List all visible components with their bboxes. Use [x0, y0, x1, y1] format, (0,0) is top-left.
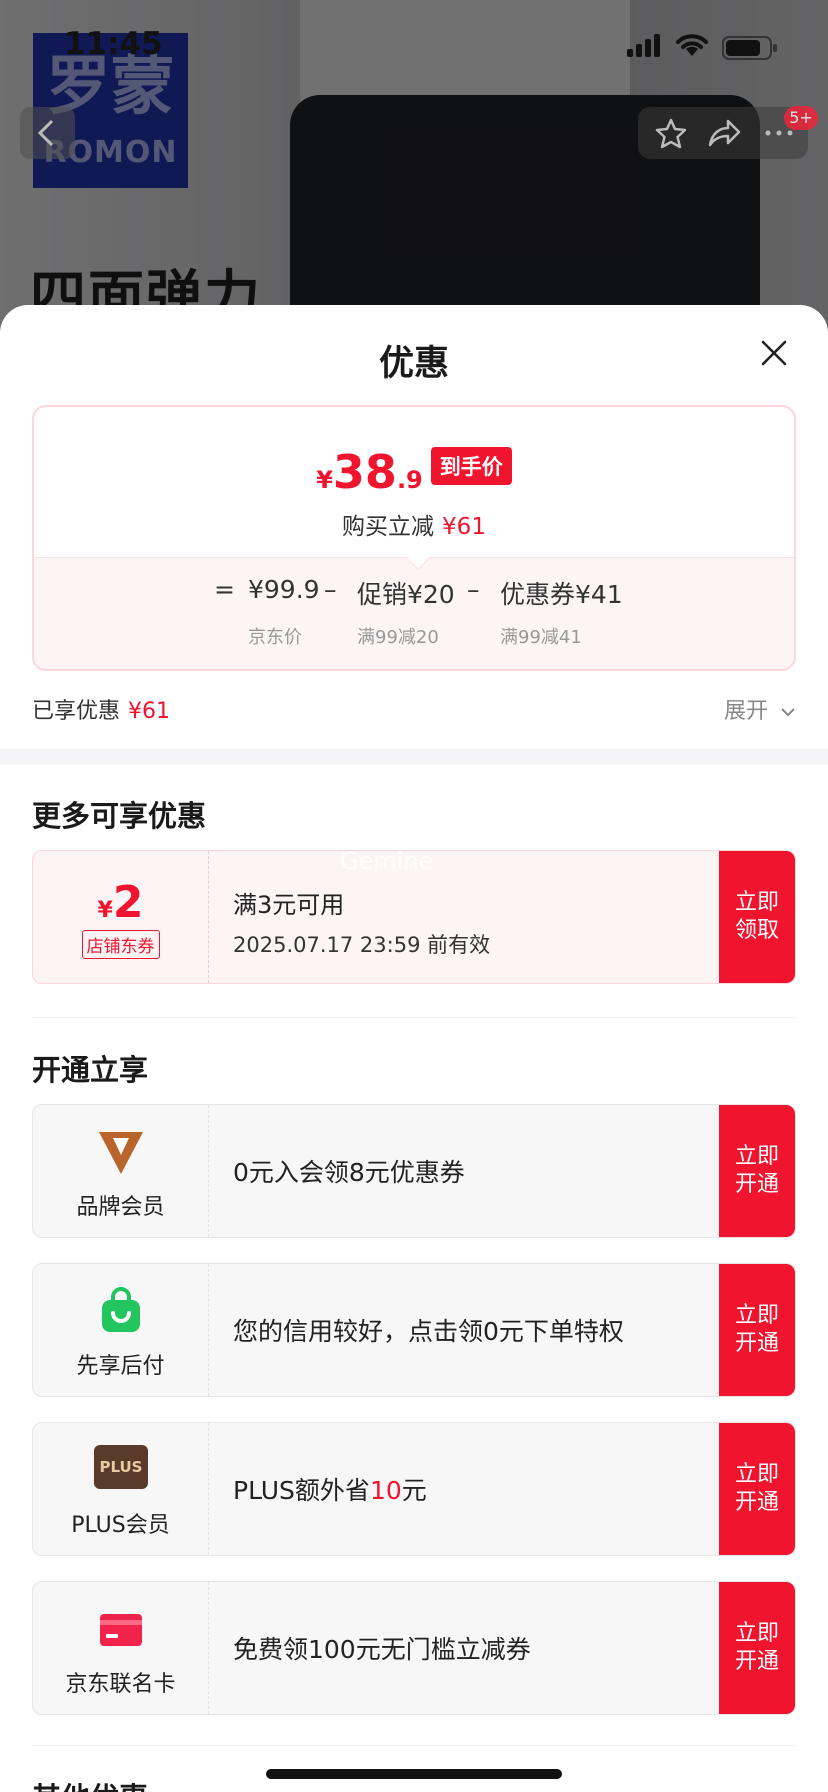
reduce-label: 购买立减	[342, 514, 435, 540]
shopping-bag-icon	[102, 1287, 140, 1332]
instant-reduction: 购买立减 ¥61	[34, 507, 794, 541]
watermark: Gemine	[340, 847, 434, 875]
formula-minus-1: –	[324, 575, 337, 604]
price-breakdown-card: ¥38.9 到手价 购买立减 ¥61 = ¥99.9 京东价 – 促销¥20 满99…	[32, 405, 796, 671]
member-desc: PLUS额外省10元	[233, 1471, 427, 1507]
member-desc: 免费领100元无门槛立减券	[233, 1635, 531, 1664]
plus-desc-prefix: PLUS额外省	[233, 1476, 370, 1505]
price-decimal: .9	[396, 466, 423, 494]
final-price: ¥38.9 到手价	[34, 445, 794, 499]
open-enjoy-title: 开通立享	[32, 1053, 149, 1087]
claim-coupon-button[interactable]: 立即 领取	[719, 851, 795, 983]
back-button[interactable]	[20, 107, 75, 159]
formula-equals: =	[214, 575, 235, 604]
member-name: 品牌会员	[76, 1195, 165, 1220]
page: 四面弹力 罗蒙 ROMON 11:45 5+ 优惠 ¥38.9 到手价 购买立减…	[0, 0, 828, 1792]
divider	[32, 1017, 796, 1018]
formula-minus-2: –	[467, 575, 480, 604]
plus-desc-highlight: 10	[369, 1476, 402, 1505]
jd-price: ¥99.9	[248, 575, 320, 604]
member-card-cobrand: 京东联名卡 免费领100元无门槛立减券 立即 开通	[32, 1581, 796, 1715]
status-bar: 11:45	[0, 0, 828, 96]
coupon-amount: 优惠券¥41	[500, 580, 623, 609]
member-icon-panel: 先享后付	[33, 1264, 209, 1396]
more-offers-title: 更多可享优惠	[32, 799, 207, 833]
expand-button[interactable]: 展开	[724, 693, 797, 725]
member-desc: 您的信用较好，点击领0元下单特权	[233, 1317, 624, 1346]
divider	[32, 1745, 796, 1746]
plus-badge-icon: PLUS	[94, 1445, 148, 1489]
member-icon-panel: 京东联名卡	[33, 1582, 209, 1714]
section-divider	[0, 749, 828, 765]
plus-desc-suffix: 元	[401, 1476, 427, 1505]
jd-price-label: 京东价	[248, 627, 302, 648]
price-yen: ¥	[316, 466, 333, 494]
expand-label: 展开	[724, 699, 769, 724]
final-price-tag: 到手价	[430, 447, 512, 485]
enjoyed-discount: 已享优惠 ¥61	[32, 693, 170, 725]
coupon-validity: 2025.07.17 23:59 前有效	[233, 933, 491, 957]
enjoyed-label: 已享优惠	[32, 699, 121, 724]
open-brand-member-button[interactable]: 立即 开通	[719, 1105, 795, 1237]
promo-condition: 满99减20	[357, 627, 439, 648]
member-card-pay-later: 先享后付 您的信用较好，点击领0元下单特权 立即 开通	[32, 1263, 796, 1397]
promo-amount: 促销¥20	[357, 580, 455, 609]
member-name: 先享后付	[76, 1354, 165, 1379]
open-cobrand-card-button[interactable]: 立即 开通	[719, 1582, 795, 1714]
open-plus-button[interactable]: 立即 开通	[719, 1423, 795, 1555]
price-integer: 38	[332, 445, 397, 499]
status-time: 11:45	[64, 26, 163, 62]
member-card-brand: 品牌会员 0元入会领8元优惠券 立即 开通	[32, 1104, 796, 1238]
share-icon[interactable]	[706, 117, 742, 149]
member-card-plus: PLUS PLUS会员 PLUS额外省10元 立即 开通	[32, 1422, 796, 1556]
offers-sheet: 优惠 ¥38.9 到手价 购买立减 ¥61 = ¥99.9 京东价 – 促销¥20 …	[0, 305, 828, 1792]
coupon-value: ¥2	[33, 877, 208, 928]
plus-badge-text: PLUS	[99, 1458, 143, 1476]
chevron-left-icon	[37, 119, 54, 147]
other-offers-title: 其他优惠	[32, 1775, 148, 1792]
member-icon-panel: PLUS PLUS会员	[33, 1423, 209, 1555]
enjoyed-value: ¥61	[128, 699, 171, 724]
member-name: 京东联名卡	[65, 1672, 176, 1697]
brand-v-icon	[99, 1132, 143, 1174]
open-pay-later-button[interactable]: 立即 开通	[719, 1264, 795, 1396]
member-icon-panel: 品牌会员	[33, 1105, 209, 1237]
close-button[interactable]	[756, 335, 792, 371]
home-indicator[interactable]	[266, 1769, 562, 1779]
sheet-title: 优惠	[378, 344, 449, 384]
member-name: PLUS会员	[71, 1513, 170, 1538]
coupon-amount-panel: ¥2 店铺东券	[33, 851, 209, 983]
star-icon[interactable]	[654, 117, 688, 149]
coupon-condition: 满99减41	[500, 627, 582, 648]
coupon-condition-text: 满3元可用	[233, 891, 345, 919]
battery-icon	[722, 36, 777, 60]
more-badge: 5+	[784, 106, 818, 130]
nav-actions	[638, 107, 808, 159]
signal-icon	[627, 34, 663, 57]
close-icon	[761, 340, 787, 366]
coupon-yen: ¥	[97, 898, 113, 923]
wifi-icon	[676, 34, 708, 56]
chevron-down-icon	[781, 708, 795, 717]
coupon-number: 2	[112, 877, 144, 928]
member-desc: 0元入会领8元优惠券	[233, 1158, 465, 1187]
coupon-type-tag: 店铺东券	[81, 930, 160, 959]
reduce-value: ¥61	[442, 514, 486, 540]
credit-card-icon	[100, 1614, 142, 1646]
